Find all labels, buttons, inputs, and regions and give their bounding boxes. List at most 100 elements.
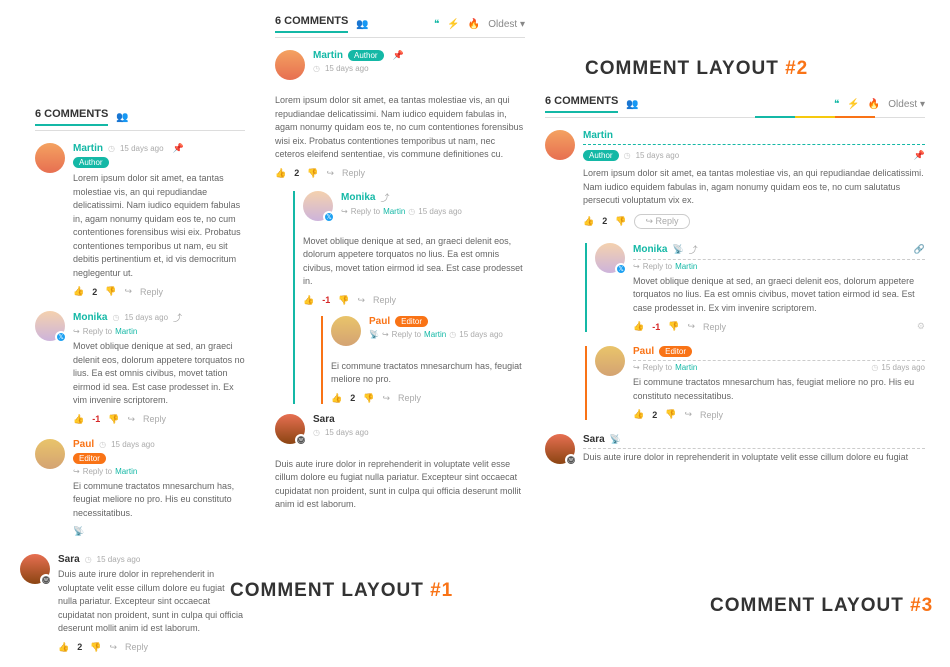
comment-count: 6 COMMENTS (275, 15, 348, 33)
avatar[interactable]: ⓦ (545, 434, 575, 464)
comment-sara: ⓦ Sara📡 Duis aute irure dolor in reprehe… (545, 434, 925, 471)
reply-button[interactable]: Reply (140, 287, 163, 297)
link-icon[interactable]: 🔗 (914, 244, 925, 255)
timestamp: 15 days ago (124, 313, 168, 322)
comment-text: Lorem ipsum dolor sit amet, ea tantas mo… (275, 94, 525, 162)
avatar[interactable] (275, 50, 305, 80)
comment-paul: PaulEditor 📡↪Reply to Martin◷15 days ago (331, 316, 525, 346)
author-badge: Author (73, 157, 109, 168)
twitter-badge-icon: 𝕏 (55, 331, 67, 343)
clock-icon: ◷ (112, 313, 119, 322)
avatar[interactable] (545, 130, 575, 160)
thumbs-up-icon[interactable]: 👍 (275, 168, 286, 179)
avatar[interactable]: ⓦ (20, 554, 50, 584)
reply-button[interactable]: Reply (125, 642, 148, 652)
user-icon[interactable]: 👥 (626, 99, 638, 110)
comment-text: Ei commune tractatos mnesarchum has, feu… (73, 480, 245, 521)
share-icon[interactable]: ⤴ (380, 191, 389, 204)
author-name[interactable]: Sara (58, 554, 80, 565)
thumbs-down-icon[interactable]: 👎 (108, 414, 119, 425)
reply-button[interactable]: Reply (342, 168, 365, 178)
thumbs-down-icon[interactable]: 👎 (307, 168, 318, 179)
thumbs-up-icon[interactable]: 👍 (73, 286, 84, 297)
fire-icon[interactable]: 🔥 (868, 99, 880, 110)
avatar[interactable]: ⓦ (275, 414, 305, 444)
sort-select[interactable]: Oldest ▾ (888, 99, 925, 110)
thumbs-down-icon[interactable]: 👎 (90, 642, 101, 653)
layout-title-2: COMMENT LAYOUT #2 (585, 58, 808, 80)
author-name[interactable]: Martin (313, 50, 343, 61)
avatar[interactable]: 𝕏 (35, 311, 65, 341)
pin-icon: 📌 (173, 143, 184, 154)
avatar[interactable]: 𝕏 (303, 191, 333, 221)
fire-icon[interactable]: 🔥 (468, 19, 480, 30)
timestamp: 15 days ago (97, 555, 141, 564)
clock-icon: ◷ (108, 144, 115, 153)
avatar[interactable]: 𝕏 (595, 243, 625, 273)
comment-monika: 𝕏 Monika⤴ ↪Reply to Martin◷15 days ago (303, 191, 525, 221)
rss-icon[interactable]: 📡 (73, 526, 84, 537)
layout-title-3: COMMENT LAYOUT #3 (710, 595, 933, 617)
reply-icon: ↪ (124, 286, 132, 297)
timestamp: 15 days ago (111, 440, 155, 449)
twitter-badge-icon: 𝕏 (615, 263, 627, 275)
comments-header: 6 COMMENTS 👥 (35, 108, 245, 131)
actions: 👍 2 👎 ↪ Reply (73, 286, 245, 297)
comment-paul: Paul ◷ 15 days ago Editor ↪Reply to Mart… (35, 439, 245, 541)
gear-icon[interactable]: ⚙ (917, 321, 925, 332)
avatar[interactable] (35, 439, 65, 469)
comment-count: 6 COMMENTS (35, 108, 108, 126)
comment-monika: 𝕏 Monika📡⤴🔗 ↪Reply to Martin Movet obliq… (595, 243, 925, 333)
vote-count: 2 (92, 287, 97, 297)
thumbs-down-icon[interactable]: 👎 (105, 286, 116, 297)
user-icon[interactable]: 👥 (116, 112, 128, 123)
reply-button[interactable]: ↪ Reply (634, 214, 689, 229)
clock-icon: ◷ (99, 440, 106, 449)
wordpress-badge-icon: ⓦ (40, 574, 52, 586)
avatar[interactable] (331, 316, 361, 346)
reply-to-link[interactable]: Martin (115, 467, 137, 476)
author-name[interactable]: Monika (73, 312, 107, 323)
author-name[interactable]: Martin (73, 143, 103, 154)
comment-monika: 𝕏 Monika ◷ 15 days ago ⤴ ↪Reply to Marti… (35, 311, 245, 425)
comment-martin: Martin ◷ 15 days ago 📌 Author Lorem ipsu… (35, 143, 245, 297)
bolt-icon[interactable]: ⚡ (847, 99, 859, 110)
editor-badge: Editor (73, 453, 106, 464)
comment-sara: ⓦ Sara ◷15 days ago (275, 414, 525, 444)
avatar[interactable] (595, 346, 625, 376)
timestamp: 15 days ago (120, 144, 164, 153)
reply-button[interactable]: Reply (143, 414, 166, 424)
author-name[interactable]: Paul (73, 439, 94, 450)
comment-text: Lorem ipsum dolor sit amet, ea tantas mo… (73, 172, 245, 280)
user-icon[interactable]: 👥 (356, 19, 368, 30)
comments-header: 6 COMMENTS 👥 ❝ ⚡ 🔥 Oldest ▾ (545, 95, 925, 118)
comment-martin: Martin Author 📌 ◷15 days ago (275, 50, 525, 80)
sort-select[interactable]: Oldest ▾ (488, 19, 525, 30)
rss-icon[interactable]: 📡 (610, 434, 621, 445)
comment-text: Movet oblique denique at sed, an graeci … (73, 340, 245, 408)
bolt-icon[interactable]: ⚡ (447, 19, 459, 30)
comment-martin: Martin Author ◷15 days ago 📌 Lorem ipsum… (545, 130, 925, 229)
layout-title-1: COMMENT LAYOUT #1 (230, 580, 453, 602)
rss-icon[interactable]: 📡 (672, 244, 683, 255)
thumbs-up-icon[interactable]: 👍 (58, 642, 69, 653)
pin-icon: 📌 (393, 50, 404, 61)
comment-text: Duis aute irure dolor in reprehenderit i… (58, 568, 245, 636)
share-icon[interactable]: ⤴ (689, 243, 698, 256)
thumbs-up-icon[interactable]: 👍 (73, 414, 84, 425)
dashed-divider (583, 144, 925, 145)
twitter-badge-icon: 𝕏 (323, 211, 335, 223)
wordpress-badge-icon: ⓦ (295, 434, 307, 446)
comment-sara: ⓦ Sara ◷ 15 days ago Duis aute irure dol… (20, 554, 245, 653)
quote-icon[interactable]: ❝ (434, 19, 439, 30)
reply-to-link[interactable]: Martin (115, 327, 137, 336)
reply-to: ↪Reply to Martin (73, 327, 245, 336)
avatar[interactable] (35, 143, 65, 173)
share-icon[interactable]: ⤴ (173, 311, 182, 324)
wordpress-badge-icon: ⓦ (565, 454, 577, 466)
comments-header: 6 COMMENTS 👥 ❝ ⚡ 🔥 Oldest ▾ (275, 15, 525, 38)
quote-icon[interactable]: ❝ (834, 99, 839, 110)
pin-icon: 📌 (914, 150, 925, 161)
comment-paul: PaulEditor ↪Reply to Martin◷15 days ago … (595, 346, 925, 420)
author-badge: Author (348, 50, 384, 61)
